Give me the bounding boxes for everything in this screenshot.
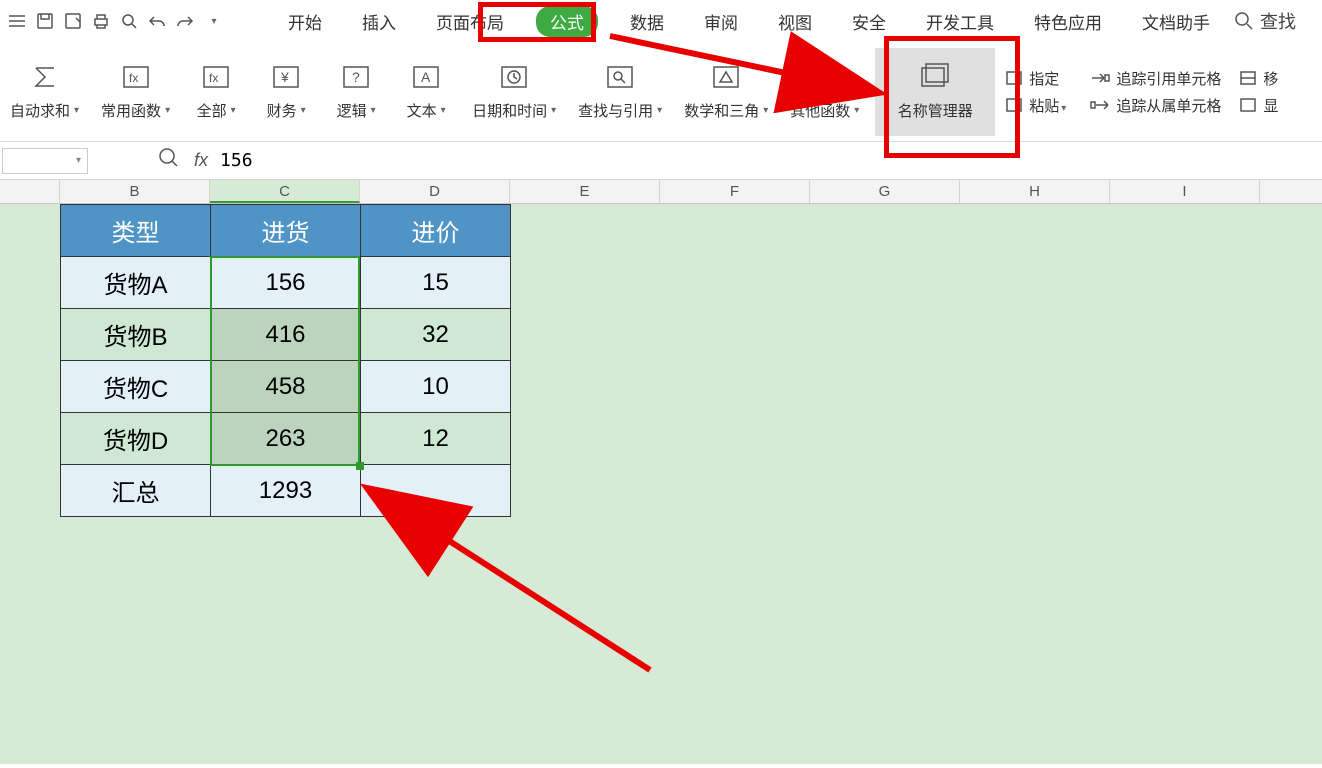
trace-precedents-button[interactable]: 追踪引用单元格 bbox=[1090, 68, 1221, 89]
autosum-button[interactable]: 自动求和 bbox=[4, 62, 85, 121]
text-button[interactable]: A 文本 bbox=[396, 62, 456, 121]
tab-dochelper[interactable]: 文档助手 bbox=[1134, 5, 1218, 38]
cell-b5[interactable]: 货物D bbox=[61, 413, 211, 465]
col-E[interactable]: E bbox=[510, 180, 660, 203]
cell-c6[interactable]: 1293 bbox=[211, 465, 361, 517]
text-a-icon: A bbox=[409, 62, 443, 92]
tab-dev[interactable]: 开发工具 bbox=[918, 5, 1002, 38]
datetime-button[interactable]: 日期和时间 bbox=[466, 62, 562, 121]
menu-icon[interactable] bbox=[6, 10, 28, 32]
zoom-fx-icon[interactable] bbox=[158, 147, 180, 174]
svg-text:A: A bbox=[421, 69, 431, 85]
finance-button[interactable]: ¥ 财务 bbox=[256, 62, 316, 121]
preview-icon[interactable] bbox=[118, 10, 140, 32]
tab-review[interactable]: 审阅 bbox=[696, 5, 746, 38]
question-icon: ? bbox=[339, 62, 373, 92]
undo-icon[interactable] bbox=[146, 10, 168, 32]
tab-start[interactable]: 开始 bbox=[280, 5, 330, 38]
cell-d5[interactable]: 12 bbox=[361, 413, 511, 465]
define-name-button[interactable]: 指定 bbox=[1005, 68, 1066, 89]
ellipsis-icon bbox=[808, 62, 842, 92]
svg-text:?: ? bbox=[352, 69, 360, 85]
move-button[interactable]: 移 bbox=[1239, 68, 1278, 89]
other-fn-button[interactable]: 其他函数 bbox=[784, 62, 865, 121]
col-I[interactable]: I bbox=[1110, 180, 1260, 203]
search-label: 查找 bbox=[1260, 8, 1296, 34]
svg-text:fx: fx bbox=[129, 71, 138, 85]
col-F[interactable]: F bbox=[660, 180, 810, 203]
fx-star-icon: fx bbox=[119, 62, 153, 92]
common-fn-button[interactable]: fx 常用函数 bbox=[95, 62, 176, 121]
search-button[interactable]: 查找 bbox=[1234, 8, 1316, 34]
cell-b6[interactable]: 汇总 bbox=[61, 465, 211, 517]
tab-special[interactable]: 特色应用 bbox=[1026, 5, 1110, 38]
all-fn-button[interactable]: fx 全部 bbox=[186, 62, 246, 121]
col-H[interactable]: H bbox=[960, 180, 1110, 203]
sheet-area[interactable]: 类型 进货 进价 货物A 156 15 货物B 416 32 货物C 458 1… bbox=[0, 204, 1322, 764]
tab-data[interactable]: 数据 bbox=[622, 5, 672, 38]
edge-group: 移 显 bbox=[1239, 68, 1278, 116]
clock-icon bbox=[497, 62, 531, 92]
cell-d2[interactable]: 15 bbox=[361, 257, 511, 309]
fx-icon: fx bbox=[199, 62, 233, 92]
logic-button[interactable]: ? 逻辑 bbox=[326, 62, 386, 121]
formula-bar: fx 156 bbox=[0, 142, 1322, 180]
cell-c3[interactable]: 416 bbox=[211, 309, 361, 361]
search-doc-icon bbox=[603, 62, 637, 92]
cell-d4[interactable]: 10 bbox=[361, 361, 511, 413]
name-group: 指定 粘贴 bbox=[1005, 68, 1066, 116]
fx-icon[interactable]: fx bbox=[194, 150, 208, 171]
trace-dependents-button[interactable]: 追踪从属单元格 bbox=[1090, 95, 1221, 116]
save-as-icon[interactable] bbox=[62, 10, 84, 32]
tab-formula[interactable]: 公式 bbox=[536, 6, 598, 37]
print-icon[interactable] bbox=[90, 10, 112, 32]
svg-text:¥: ¥ bbox=[280, 69, 289, 85]
selection-handle[interactable] bbox=[356, 462, 364, 470]
column-headers: B C D E F G H I bbox=[0, 180, 1322, 204]
data-table: 类型 进货 进价 货物A 156 15 货物B 416 32 货物C 458 1… bbox=[60, 204, 511, 517]
tab-insert[interactable]: 插入 bbox=[354, 5, 404, 38]
lookup-button[interactable]: 查找与引用 bbox=[572, 62, 668, 121]
col-D[interactable]: D bbox=[360, 180, 510, 203]
trace-group: 追踪引用单元格 追踪从属单元格 bbox=[1090, 68, 1221, 116]
ribbon: 自动求和 fx 常用函数 fx 全部 ¥ 财务 ? 逻辑 A 文本 日期和时间 … bbox=[0, 42, 1322, 142]
cell-d6[interactable] bbox=[361, 465, 511, 517]
name-manager-button[interactable]: 名称管理器 bbox=[875, 48, 995, 136]
cell-b2[interactable]: 货物A bbox=[61, 257, 211, 309]
triangle-icon bbox=[709, 62, 743, 92]
paste-name-button[interactable]: 粘贴 bbox=[1005, 95, 1066, 116]
header-jinhuo[interactable]: 进货 bbox=[211, 205, 361, 257]
math-button[interactable]: 数学和三角 bbox=[678, 62, 774, 121]
name-manager-icon bbox=[918, 62, 952, 92]
cell-b3[interactable]: 货物B bbox=[61, 309, 211, 361]
quick-access-toolbar: 开始 插入 页面布局 公式 数据 审阅 视图 安全 开发工具 特色应用 文档助手… bbox=[0, 0, 1322, 42]
ribbon-tabs: 开始 插入 页面布局 公式 数据 审阅 视图 安全 开发工具 特色应用 文档助手 bbox=[280, 5, 1218, 38]
col-C[interactable]: C bbox=[210, 180, 360, 203]
formula-value[interactable]: 156 bbox=[220, 150, 253, 171]
tab-view[interactable]: 视图 bbox=[770, 5, 820, 38]
cell-c5[interactable]: 263 bbox=[211, 413, 361, 465]
name-box[interactable] bbox=[2, 148, 88, 174]
cell-d3[interactable]: 32 bbox=[361, 309, 511, 361]
qat-more-icon[interactable] bbox=[202, 10, 224, 32]
currency-icon: ¥ bbox=[269, 62, 303, 92]
row-col-corner[interactable] bbox=[0, 180, 60, 203]
tab-page-layout[interactable]: 页面布局 bbox=[428, 5, 512, 38]
header-type[interactable]: 类型 bbox=[61, 205, 211, 257]
svg-text:fx: fx bbox=[209, 71, 218, 85]
cell-b4[interactable]: 货物C bbox=[61, 361, 211, 413]
tab-security[interactable]: 安全 bbox=[844, 5, 894, 38]
save-icon[interactable] bbox=[34, 10, 56, 32]
redo-icon[interactable] bbox=[174, 10, 196, 32]
cell-c2[interactable]: 156 bbox=[211, 257, 361, 309]
show-button[interactable]: 显 bbox=[1239, 95, 1278, 116]
header-jinjia[interactable]: 进价 bbox=[361, 205, 511, 257]
col-G[interactable]: G bbox=[810, 180, 960, 203]
col-B[interactable]: B bbox=[60, 180, 210, 203]
cell-c4[interactable]: 458 bbox=[211, 361, 361, 413]
sigma-icon bbox=[28, 62, 62, 92]
